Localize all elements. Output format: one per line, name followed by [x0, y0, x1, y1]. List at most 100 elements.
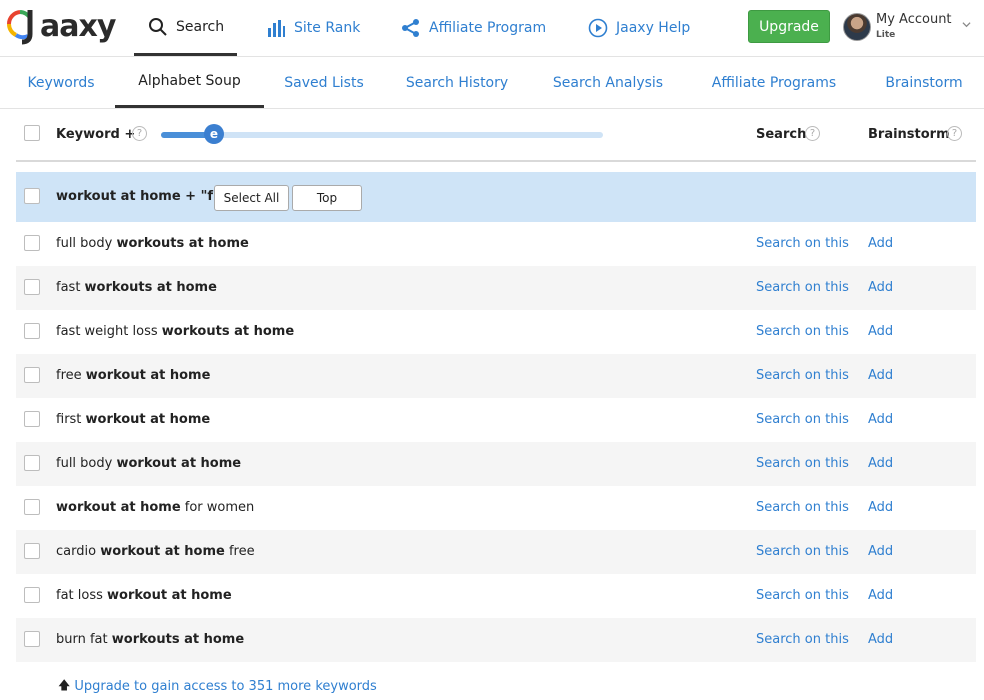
add-link[interactable]: Add — [868, 588, 893, 603]
add-link[interactable]: Add — [868, 500, 893, 515]
keyword-text: burn fat workouts at home — [56, 632, 244, 647]
search-on-this-link[interactable]: Search on this — [756, 280, 849, 295]
keyword-table: Keyword + ? e Search ? Brainstorm ? work… — [16, 110, 976, 662]
keyword-prefix: burn fat — [56, 632, 112, 647]
add-link[interactable]: Add — [868, 412, 893, 427]
account-name[interactable]: My Account — [876, 12, 952, 27]
keyword-text: workout at home for women — [56, 500, 254, 515]
bar-chart-icon — [268, 20, 285, 37]
jaaxy-logo[interactable]: aaxy — [6, 6, 116, 46]
row-checkbox[interactable] — [24, 543, 40, 559]
keyword-prefix: free — [56, 368, 86, 383]
keyword-prefix: fast weight loss — [56, 324, 162, 339]
select-all-button[interactable]: Select All — [214, 185, 289, 211]
search-on-this-link[interactable]: Search on this — [756, 632, 849, 647]
account-plan: Lite — [876, 30, 896, 40]
search-on-this-link[interactable]: Search on this — [756, 368, 849, 383]
tab-alphabet-soup[interactable]: Alphabet Soup — [115, 57, 264, 108]
keyword-prefix: fast — [56, 280, 85, 295]
logo-wordmark: aaxy — [40, 9, 116, 44]
letter-slider-handle[interactable]: e — [204, 124, 224, 144]
avatar[interactable] — [843, 13, 871, 41]
keyword-seed: workout at home — [85, 412, 211, 427]
play-circle-icon — [588, 18, 608, 38]
keyword-seed: workout at home — [56, 500, 181, 515]
search-on-this-link[interactable]: Search on this — [756, 324, 849, 339]
add-link[interactable]: Add — [868, 632, 893, 647]
add-link[interactable]: Add — [868, 280, 893, 295]
search-on-this-link[interactable]: Search on this — [756, 456, 849, 471]
help-icon[interactable]: ? — [805, 126, 820, 141]
tab-affiliate-programs[interactable]: Affiliate Programs — [704, 57, 844, 108]
nav-affiliate-program[interactable]: Affiliate Program — [401, 0, 546, 56]
tab-search-history[interactable]: Search History — [396, 57, 518, 108]
table-row: full body workouts at home Search on this… — [16, 222, 976, 266]
upgrade-note[interactable]: 🡅 Upgrade to gain access to 351 more key… — [58, 676, 377, 697]
keyword-text: fast workouts at home — [56, 280, 217, 295]
add-link[interactable]: Add — [868, 236, 893, 251]
row-checkbox[interactable] — [24, 367, 40, 383]
table-row: first workout at home Search on this Add — [16, 398, 976, 442]
row-checkbox[interactable] — [24, 411, 40, 427]
table-row: full body workout at home Search on this A… — [16, 442, 976, 486]
keyword-seed: workout at home — [85, 368, 211, 383]
keyword-text: fat loss workout at home — [56, 588, 232, 603]
tab-brainstorm[interactable]: Brainstorm — [876, 57, 972, 108]
add-link[interactable]: Add — [868, 544, 893, 559]
keyword-text: cardio workout at home free — [56, 544, 255, 559]
table-row: fat loss workout at home Search on this Ad… — [16, 574, 976, 618]
help-icon[interactable]: ? — [947, 126, 962, 141]
help-icon[interactable]: ? — [132, 126, 147, 141]
search-icon — [149, 17, 167, 36]
row-checkbox[interactable] — [24, 455, 40, 471]
add-link[interactable]: Add — [868, 368, 893, 383]
keyword-seed: workout at home — [107, 588, 232, 603]
add-link[interactable]: Add — [868, 456, 893, 471]
keyword-prefix: fat loss — [56, 588, 108, 603]
row-checkbox[interactable] — [24, 587, 40, 603]
search-on-this-link[interactable]: Search on this — [756, 412, 849, 427]
group-checkbox[interactable] — [24, 188, 40, 204]
table-row: cardio workout at home free Search on thi… — [16, 530, 976, 574]
keyword-suffix: for women — [180, 500, 255, 515]
add-link[interactable]: Add — [868, 324, 893, 339]
chevron-down-icon[interactable] — [962, 20, 971, 29]
row-checkbox[interactable] — [24, 279, 40, 295]
row-checkbox[interactable] — [24, 235, 40, 251]
tab-search-analysis[interactable]: Search Analysis — [545, 57, 671, 108]
upgrade-button[interactable]: Upgrade — [748, 10, 830, 43]
search-column-header: Search — [756, 127, 807, 142]
tab-saved-lists[interactable]: Saved Lists — [274, 57, 374, 108]
arrow-up-icon: 🡅 — [58, 678, 71, 692]
nav-search-label: Search — [176, 18, 225, 35]
table-header: Keyword + ? e Search ? Brainstorm ? — [16, 110, 976, 162]
table-row: free workout at home Search on this Add — [16, 354, 976, 398]
group-row: workout at home + "f" Select All Top — [16, 172, 976, 222]
nav-site-rank-label: Site Rank — [294, 20, 361, 36]
group-label: workout at home + "f" — [56, 189, 220, 204]
row-checkbox[interactable] — [24, 323, 40, 339]
row-checkbox[interactable] — [24, 631, 40, 647]
keyword-prefix: first — [56, 412, 86, 427]
search-on-this-link[interactable]: Search on this — [756, 544, 849, 559]
search-on-this-link[interactable]: Search on this — [756, 588, 849, 603]
keyword-text: first workout at home — [56, 412, 210, 427]
tab-keywords[interactable]: Keywords — [14, 57, 108, 108]
nav-search[interactable]: Search — [134, 0, 237, 56]
table-row: burn fat workouts at home Search on this A… — [16, 618, 976, 662]
letter-slider-track[interactable] — [161, 132, 603, 138]
nav-site-rank[interactable]: Site Rank — [266, 0, 360, 56]
nav-jaaxy-help-label: Jaaxy Help — [616, 20, 691, 36]
nav-jaaxy-help[interactable]: Jaaxy Help — [588, 0, 690, 56]
row-checkbox[interactable] — [24, 499, 40, 515]
upgrade-note-link[interactable]: Upgrade to gain access to 351 more keywo… — [74, 679, 376, 694]
logo-mark-icon — [6, 10, 33, 45]
select-all-checkbox[interactable] — [24, 125, 40, 141]
search-on-this-link[interactable]: Search on this — [756, 236, 849, 251]
keyword-prefix: full body — [56, 236, 117, 251]
nav-affiliate-program-label: Affiliate Program — [429, 20, 547, 36]
search-on-this-link[interactable]: Search on this — [756, 500, 849, 515]
brainstorm-column-header: Brainstorm — [868, 127, 950, 142]
top-button[interactable]: Top — [292, 185, 362, 211]
keyword-text: fast weight loss workouts at home — [56, 324, 294, 339]
